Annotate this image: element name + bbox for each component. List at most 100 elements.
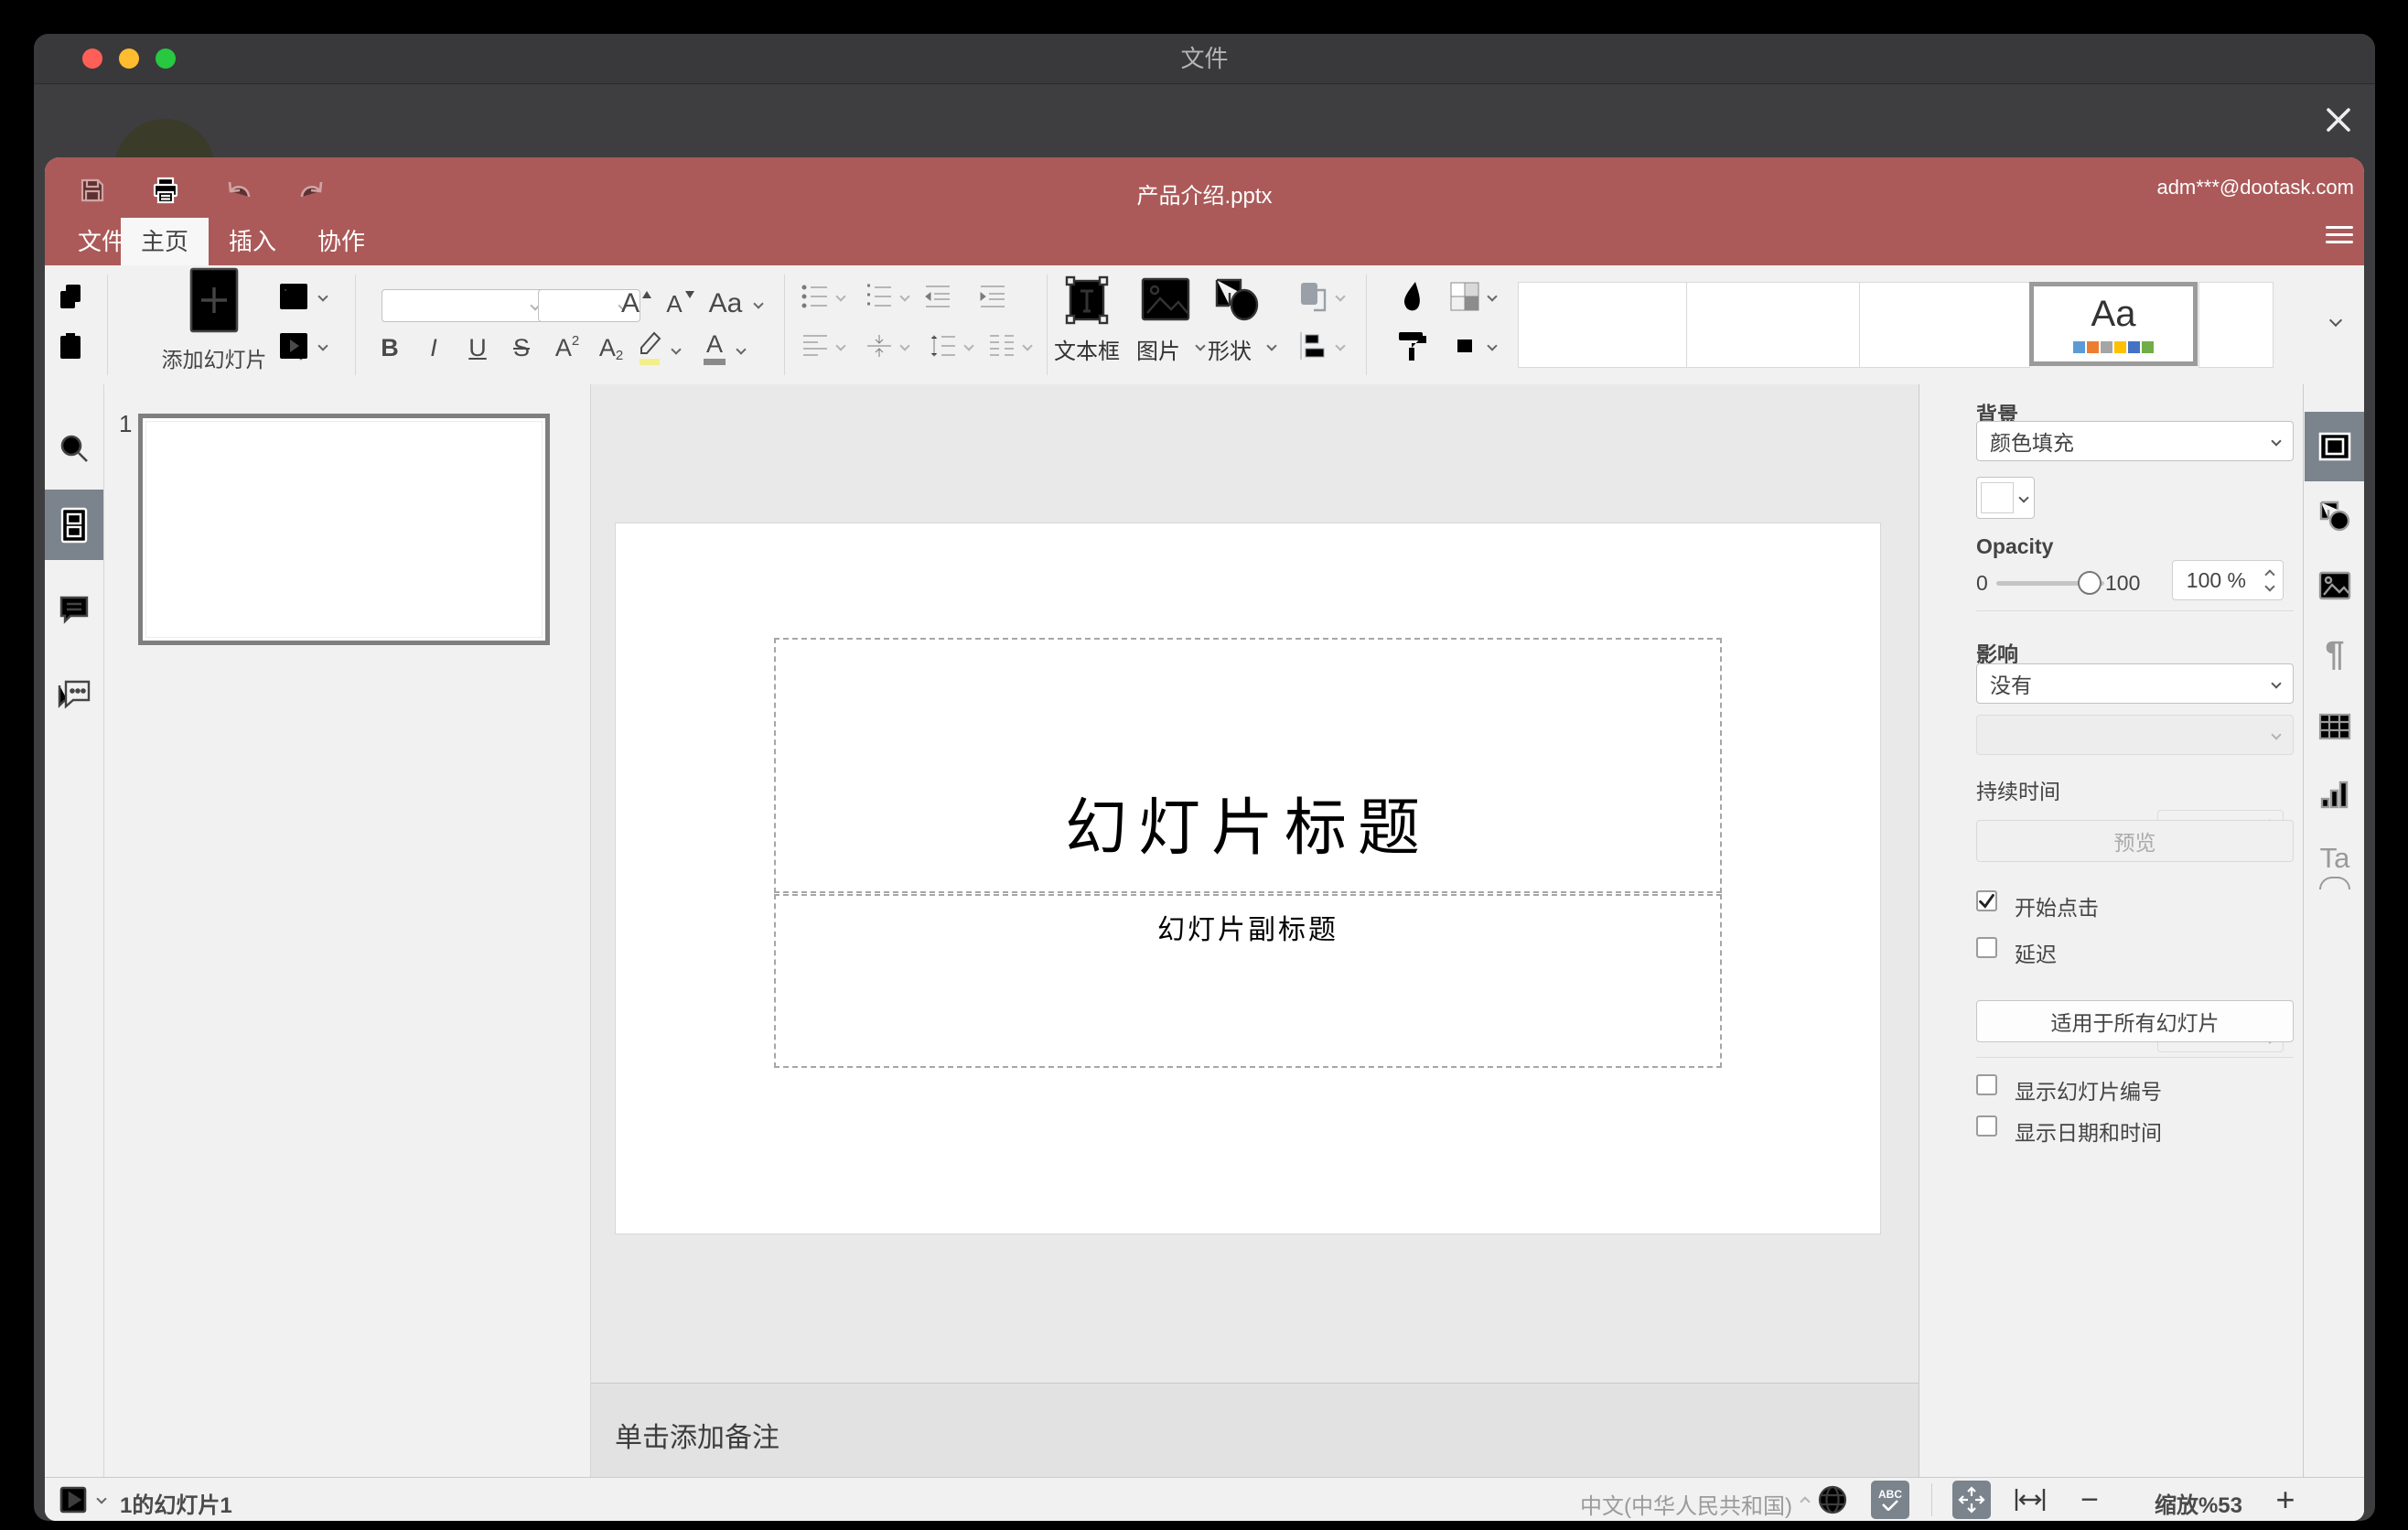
spellcheck-button[interactable]: ABC: [1871, 1481, 1909, 1519]
delay-checkbox[interactable]: [1976, 937, 1997, 958]
title-placeholder[interactable]: 幻灯片标题: [774, 638, 1722, 893]
sidebar-item-shape-settings[interactable]: [2317, 499, 2352, 533]
italic-button[interactable]: I: [417, 329, 450, 366]
opacity-slider-knob[interactable]: [2078, 571, 2102, 595]
sidebar-item-slides[interactable]: [45, 490, 103, 560]
increase-indent-icon[interactable]: [976, 280, 1009, 313]
theme-thumbnail[interactable]: [1859, 282, 2030, 368]
tab-insert[interactable]: 插入: [209, 218, 296, 265]
slide-size-icon[interactable]: [1446, 328, 1483, 364]
highlight-color-icon[interactable]: [631, 328, 668, 368]
slides-panel: 1: [104, 384, 591, 1477]
vertical-align-chevron-icon[interactable]: [899, 340, 910, 351]
change-layout-chevron-icon[interactable]: [317, 291, 328, 302]
subtitle-placeholder[interactable]: 幻灯片副标题: [774, 894, 1722, 1068]
background-fill-select[interactable]: 颜色填充: [1976, 421, 2294, 461]
horizontal-align-icon[interactable]: [799, 329, 832, 362]
theme-thumbnail[interactable]: [1686, 282, 1860, 368]
start-on-click-checkbox[interactable]: [1976, 890, 1997, 911]
theme-gallery-expand-icon[interactable]: [2317, 302, 2354, 339]
columns-chevron-icon[interactable]: [1022, 340, 1033, 351]
theme-thumbnail[interactable]: [1518, 282, 1687, 368]
globe-icon[interactable]: [1813, 1481, 1852, 1519]
change-case-icon[interactable]: Aa: [700, 282, 751, 326]
slide-editing-area[interactable]: 幻灯片标题 幻灯片副标题: [616, 523, 1880, 1234]
change-case-chevron-icon[interactable]: [753, 298, 764, 309]
arrange-shape-icon[interactable]: [1295, 278, 1331, 315]
highlight-color-chevron-icon[interactable]: [671, 344, 682, 355]
clear-style-icon[interactable]: [1394, 278, 1431, 315]
arrange-shape-chevron-icon[interactable]: [1335, 291, 1346, 302]
bullet-list-icon[interactable]: [799, 280, 832, 313]
sidebar-item-table-settings[interactable]: [2317, 709, 2352, 744]
columns-icon[interactable]: [985, 329, 1018, 362]
line-spacing-icon[interactable]: [927, 329, 960, 362]
shape-button[interactable]: 形状: [1191, 273, 1283, 372]
vertical-align-icon[interactable]: [863, 329, 896, 362]
decrease-font-icon[interactable]: A: [661, 282, 701, 326]
search-icon[interactable]: [58, 432, 91, 465]
align-shape-icon[interactable]: [1295, 328, 1331, 364]
change-layout-icon[interactable]: [275, 278, 312, 315]
horizontal-align-chevron-icon[interactable]: [835, 340, 846, 351]
show-slide-number-checkbox[interactable]: [1976, 1074, 1997, 1095]
textbox-button[interactable]: 文本框: [1041, 273, 1133, 372]
subscript-button[interactable]: A2: [593, 329, 629, 366]
font-name-select[interactable]: [382, 289, 553, 322]
slide-size-chevron-icon[interactable]: [1487, 340, 1498, 351]
add-slide-button[interactable]: 添加幻灯片: [162, 267, 306, 372]
zoom-out-button[interactable]: −: [2070, 1481, 2109, 1519]
chat-icon[interactable]: [58, 679, 91, 712]
theme-thumbnail[interactable]: [2198, 282, 2274, 368]
comments-icon[interactable]: [58, 593, 91, 626]
menu-icon[interactable]: [2326, 226, 2353, 244]
decrease-indent-icon[interactable]: [921, 280, 954, 313]
zoom-in-button[interactable]: +: [2266, 1481, 2305, 1519]
effect-select[interactable]: 没有: [1976, 663, 2294, 704]
language-selector[interactable]: 中文(中华人民共和国): [1580, 1488, 1792, 1520]
bold-button[interactable]: B: [373, 329, 406, 366]
copy-style-icon[interactable]: [1394, 328, 1431, 364]
sidebar-item-textart-settings[interactable]: Ta: [2315, 842, 2355, 889]
fit-slide-button[interactable]: [1952, 1481, 1991, 1519]
start-preview-chevron-icon[interactable]: [96, 1493, 107, 1504]
show-date-time-checkbox[interactable]: [1976, 1115, 1997, 1137]
strikethrough-button[interactable]: S: [505, 329, 538, 366]
effect-type-select[interactable]: [1976, 715, 2294, 755]
sidebar-item-slide-settings[interactable]: [2305, 412, 2364, 481]
paste-icon[interactable]: [54, 329, 87, 362]
numbered-list-chevron-icon[interactable]: [899, 291, 910, 302]
sidebar-item-paragraph-settings[interactable]: ¶: [2317, 635, 2352, 673]
notes-area[interactable]: 单击添加备注: [591, 1383, 1919, 1478]
tab-collaboration[interactable]: 协作: [297, 218, 385, 265]
font-color-icon[interactable]: A: [696, 328, 733, 368]
superscript-button[interactable]: A2: [549, 329, 586, 366]
apply-to-all-slides-button[interactable]: 适用于所有幻灯片: [1976, 1000, 2294, 1042]
font-color-chevron-icon[interactable]: [736, 344, 747, 355]
fill-color-icon[interactable]: [1446, 278, 1483, 315]
slide-thumbnail-selected[interactable]: [138, 414, 550, 645]
show-slide-number-label: 显示幻灯片编号: [2015, 1080, 2162, 1104]
sidebar-item-chart-settings[interactable]: [2317, 778, 2352, 813]
underline-button[interactable]: U: [461, 329, 494, 366]
tab-home[interactable]: 主页: [121, 218, 209, 265]
bullet-list-chevron-icon[interactable]: [835, 291, 846, 302]
theme-thumbnail-selected[interactable]: Aa: [2029, 282, 2198, 366]
fit-width-button[interactable]: [2011, 1481, 2049, 1519]
increase-font-icon[interactable]: A: [617, 282, 657, 326]
start-slideshow-chevron-icon[interactable]: [317, 340, 328, 351]
start-slideshow-icon[interactable]: [275, 328, 312, 364]
start-preview-icon[interactable]: [57, 1483, 90, 1516]
fill-color-swatch[interactable]: [1976, 477, 2035, 519]
fill-color-chevron-icon[interactable]: [1487, 291, 1498, 302]
sidebar-item-image-settings[interactable]: [2317, 568, 2352, 603]
close-dialog-icon[interactable]: [2324, 105, 2353, 135]
zoom-value: 缩放%53: [2154, 1493, 2243, 1518]
copy-icon[interactable]: [54, 280, 87, 313]
opacity-value-spinner[interactable]: 100 %: [2172, 560, 2284, 600]
numbered-list-icon[interactable]: [863, 280, 896, 313]
line-spacing-chevron-icon[interactable]: [963, 340, 974, 351]
presentation-editor: 产品介绍.pptx adm***@dootask.com 文件 主页 插入 协作: [45, 157, 2364, 1521]
align-shape-chevron-icon[interactable]: [1335, 340, 1346, 351]
opacity-max-label: 100: [2105, 571, 2141, 595]
